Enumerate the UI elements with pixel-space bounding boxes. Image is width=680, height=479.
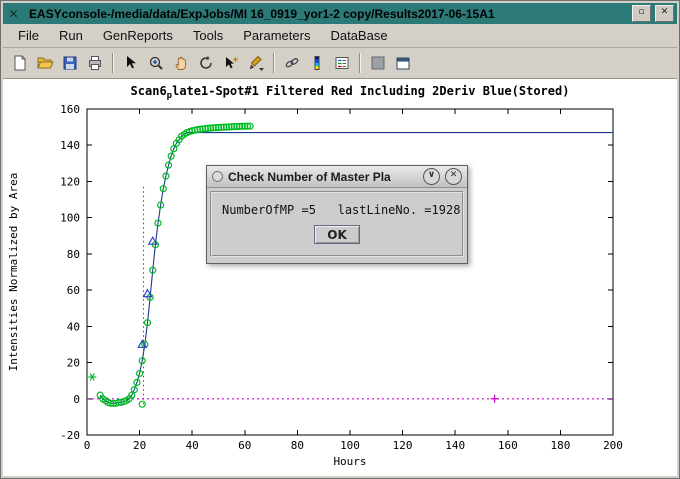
data-cursor-button[interactable]	[219, 51, 243, 75]
svg-text:0: 0	[84, 439, 91, 452]
legend-icon	[333, 54, 351, 72]
menubar: File Run GenReports Tools Parameters Dat…	[3, 24, 677, 48]
hand-icon	[172, 54, 190, 72]
data-cursor-icon	[222, 54, 240, 72]
svg-text:80: 80	[67, 248, 80, 261]
svg-text:60: 60	[67, 284, 80, 297]
dock-figure-button[interactable]	[391, 51, 415, 75]
close-button[interactable]: ✕	[655, 5, 674, 22]
dialog-message: NumberOfMP =5 lastLineNo. =1928	[212, 193, 462, 217]
menu-item-genreports[interactable]: GenReports	[94, 26, 182, 45]
printer-icon	[86, 54, 104, 72]
select-arrow-button[interactable]	[119, 51, 143, 75]
plot-tools-icon	[369, 54, 387, 72]
svg-text:Intensities Normalized by Area: Intensities Normalized by Area	[7, 173, 20, 372]
svg-text:60: 60	[238, 439, 251, 452]
svg-text:40: 40	[186, 439, 199, 452]
dialog-body: NumberOfMP =5 lastLineNo. =1928 OK	[210, 191, 464, 257]
figure-area: 0 20 40 60 80 100 120 140 160 180 200 -20 0 20 40 60 80 1…	[3, 79, 677, 476]
open-folder-icon	[36, 54, 54, 72]
window-menu-icon[interactable]: ✕	[6, 7, 21, 21]
plot-tools-button[interactable]	[366, 51, 390, 75]
svg-text:20: 20	[67, 357, 80, 370]
app-window: ✕ EASYconsole-/media/data/ExpJobs/MI 16_…	[0, 0, 680, 479]
link-plot-button[interactable]	[280, 51, 304, 75]
link-icon	[283, 54, 301, 72]
svg-text:100: 100	[340, 439, 360, 452]
new-file-icon	[11, 54, 29, 72]
toolbar-separator	[112, 53, 114, 73]
print-figure-button[interactable]	[83, 51, 107, 75]
menu-item-run[interactable]: Run	[50, 26, 92, 45]
zoom-in-button[interactable]	[144, 51, 168, 75]
titlebar[interactable]: ✕ EASYconsole-/media/data/ExpJobs/MI 16_…	[3, 3, 677, 24]
colorbar-icon	[308, 54, 326, 72]
figure-toolbar	[3, 48, 677, 79]
menu-item-tools[interactable]: Tools	[184, 26, 232, 45]
svg-text:40: 40	[67, 320, 80, 333]
svg-text:Scan6plate1-Spot#1 Filtered Re: Scan6plate1-Spot#1 Filtered Red Includin…	[131, 84, 570, 101]
svg-text:160: 160	[498, 439, 518, 452]
svg-text:120: 120	[60, 175, 80, 188]
save-floppy-icon	[61, 54, 79, 72]
dialog-titlebar[interactable]: Check Number of Master Pla ∨ ✕	[207, 166, 467, 188]
svg-text:180: 180	[550, 439, 570, 452]
svg-text:100: 100	[60, 212, 80, 225]
menu-item-file[interactable]: File	[9, 26, 48, 45]
window-title: EASYconsole-/media/data/ExpJobs/MI 16_09…	[25, 7, 628, 21]
brush-icon	[247, 54, 265, 72]
brush-data-button[interactable]	[244, 51, 268, 75]
dialog-close-button[interactable]: ✕	[445, 168, 462, 185]
dialog-title: Check Number of Master Pla	[228, 170, 418, 184]
menu-item-parameters[interactable]: Parameters	[234, 26, 319, 45]
insert-legend-button[interactable]	[330, 51, 354, 75]
svg-text:0: 0	[73, 393, 80, 406]
menu-item-database[interactable]: DataBase	[321, 26, 396, 45]
insert-colorbar-button[interactable]	[305, 51, 329, 75]
dialog-collapse-button[interactable]: ∨	[423, 168, 440, 185]
svg-text:80: 80	[291, 439, 304, 452]
svg-text:-20: -20	[60, 429, 80, 442]
dock-window-icon	[394, 54, 412, 72]
dialog-check-number: Check Number of Master Pla ∨ ✕ NumberOfM…	[206, 165, 468, 264]
svg-text:120: 120	[393, 439, 413, 452]
rotate-3d-button[interactable]	[194, 51, 218, 75]
svg-text:140: 140	[445, 439, 465, 452]
toolbar-separator	[273, 53, 275, 73]
svg-text:20: 20	[133, 439, 146, 452]
new-file-button[interactable]	[8, 51, 32, 75]
dialog-icon	[212, 171, 223, 182]
cursor-arrow-icon	[122, 54, 140, 72]
ok-button[interactable]: OK	[314, 225, 360, 244]
toolbar-separator	[359, 53, 361, 73]
svg-text:Hours: Hours	[333, 455, 366, 468]
svg-text:140: 140	[60, 139, 80, 152]
save-figure-button[interactable]	[58, 51, 82, 75]
pan-hand-button[interactable]	[169, 51, 193, 75]
chart: 0 20 40 60 80 100 120 140 160 180 200 -20 0 20 40 60 80 1…	[3, 79, 677, 476]
rotate-icon	[197, 54, 215, 72]
open-file-button[interactable]	[33, 51, 57, 75]
svg-text:200: 200	[603, 439, 623, 452]
minimize-button[interactable]: ▫	[632, 5, 651, 22]
svg-text:160: 160	[60, 103, 80, 116]
zoom-in-icon	[147, 54, 165, 72]
